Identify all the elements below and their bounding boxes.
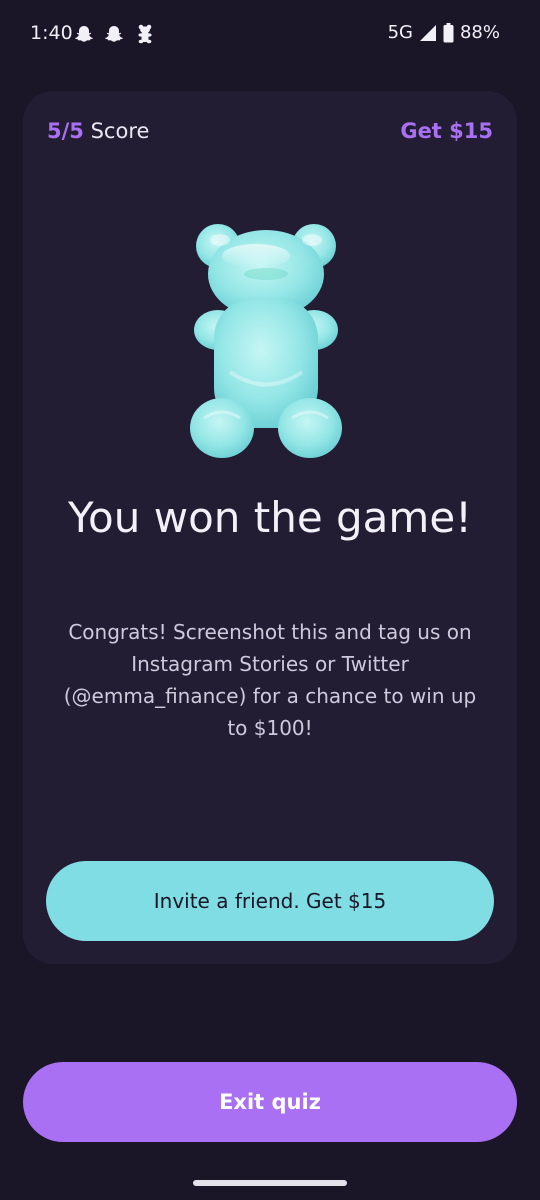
snapchat-icon: [74, 24, 94, 44]
score-label: Score: [90, 119, 150, 143]
battery-icon: [443, 22, 454, 43]
network-type: 5G: [387, 22, 413, 43]
win-headline: You won the game!: [67, 493, 473, 542]
status-indicators: 5G 88%: [388, 22, 500, 43]
snapchat-icon: [104, 24, 124, 44]
gummy-bear-small-icon: [137, 24, 157, 44]
score-value: 5/5: [47, 119, 84, 143]
home-indicator[interactable]: [193, 1180, 347, 1186]
status-bar: 1:40 5G 88%: [0, 0, 540, 70]
score-display: 5/5 Score: [47, 119, 149, 143]
status-time: 1:40: [30, 22, 73, 44]
get-reward-link[interactable]: Get $15: [400, 119, 493, 143]
gummy-bear-icon: [190, 222, 342, 459]
result-card: 5/5 Score Get $15 You won the game! Cong…: [23, 91, 517, 964]
invite-friend-button[interactable]: Invite a friend. Get $15: [46, 861, 494, 941]
signal-icon: [419, 24, 437, 42]
battery-percent: 88%: [459, 22, 500, 43]
exit-quiz-button[interactable]: Exit quiz: [23, 1062, 517, 1142]
congrats-message: Congrats! Screenshot this and tag us on …: [63, 620, 477, 740]
